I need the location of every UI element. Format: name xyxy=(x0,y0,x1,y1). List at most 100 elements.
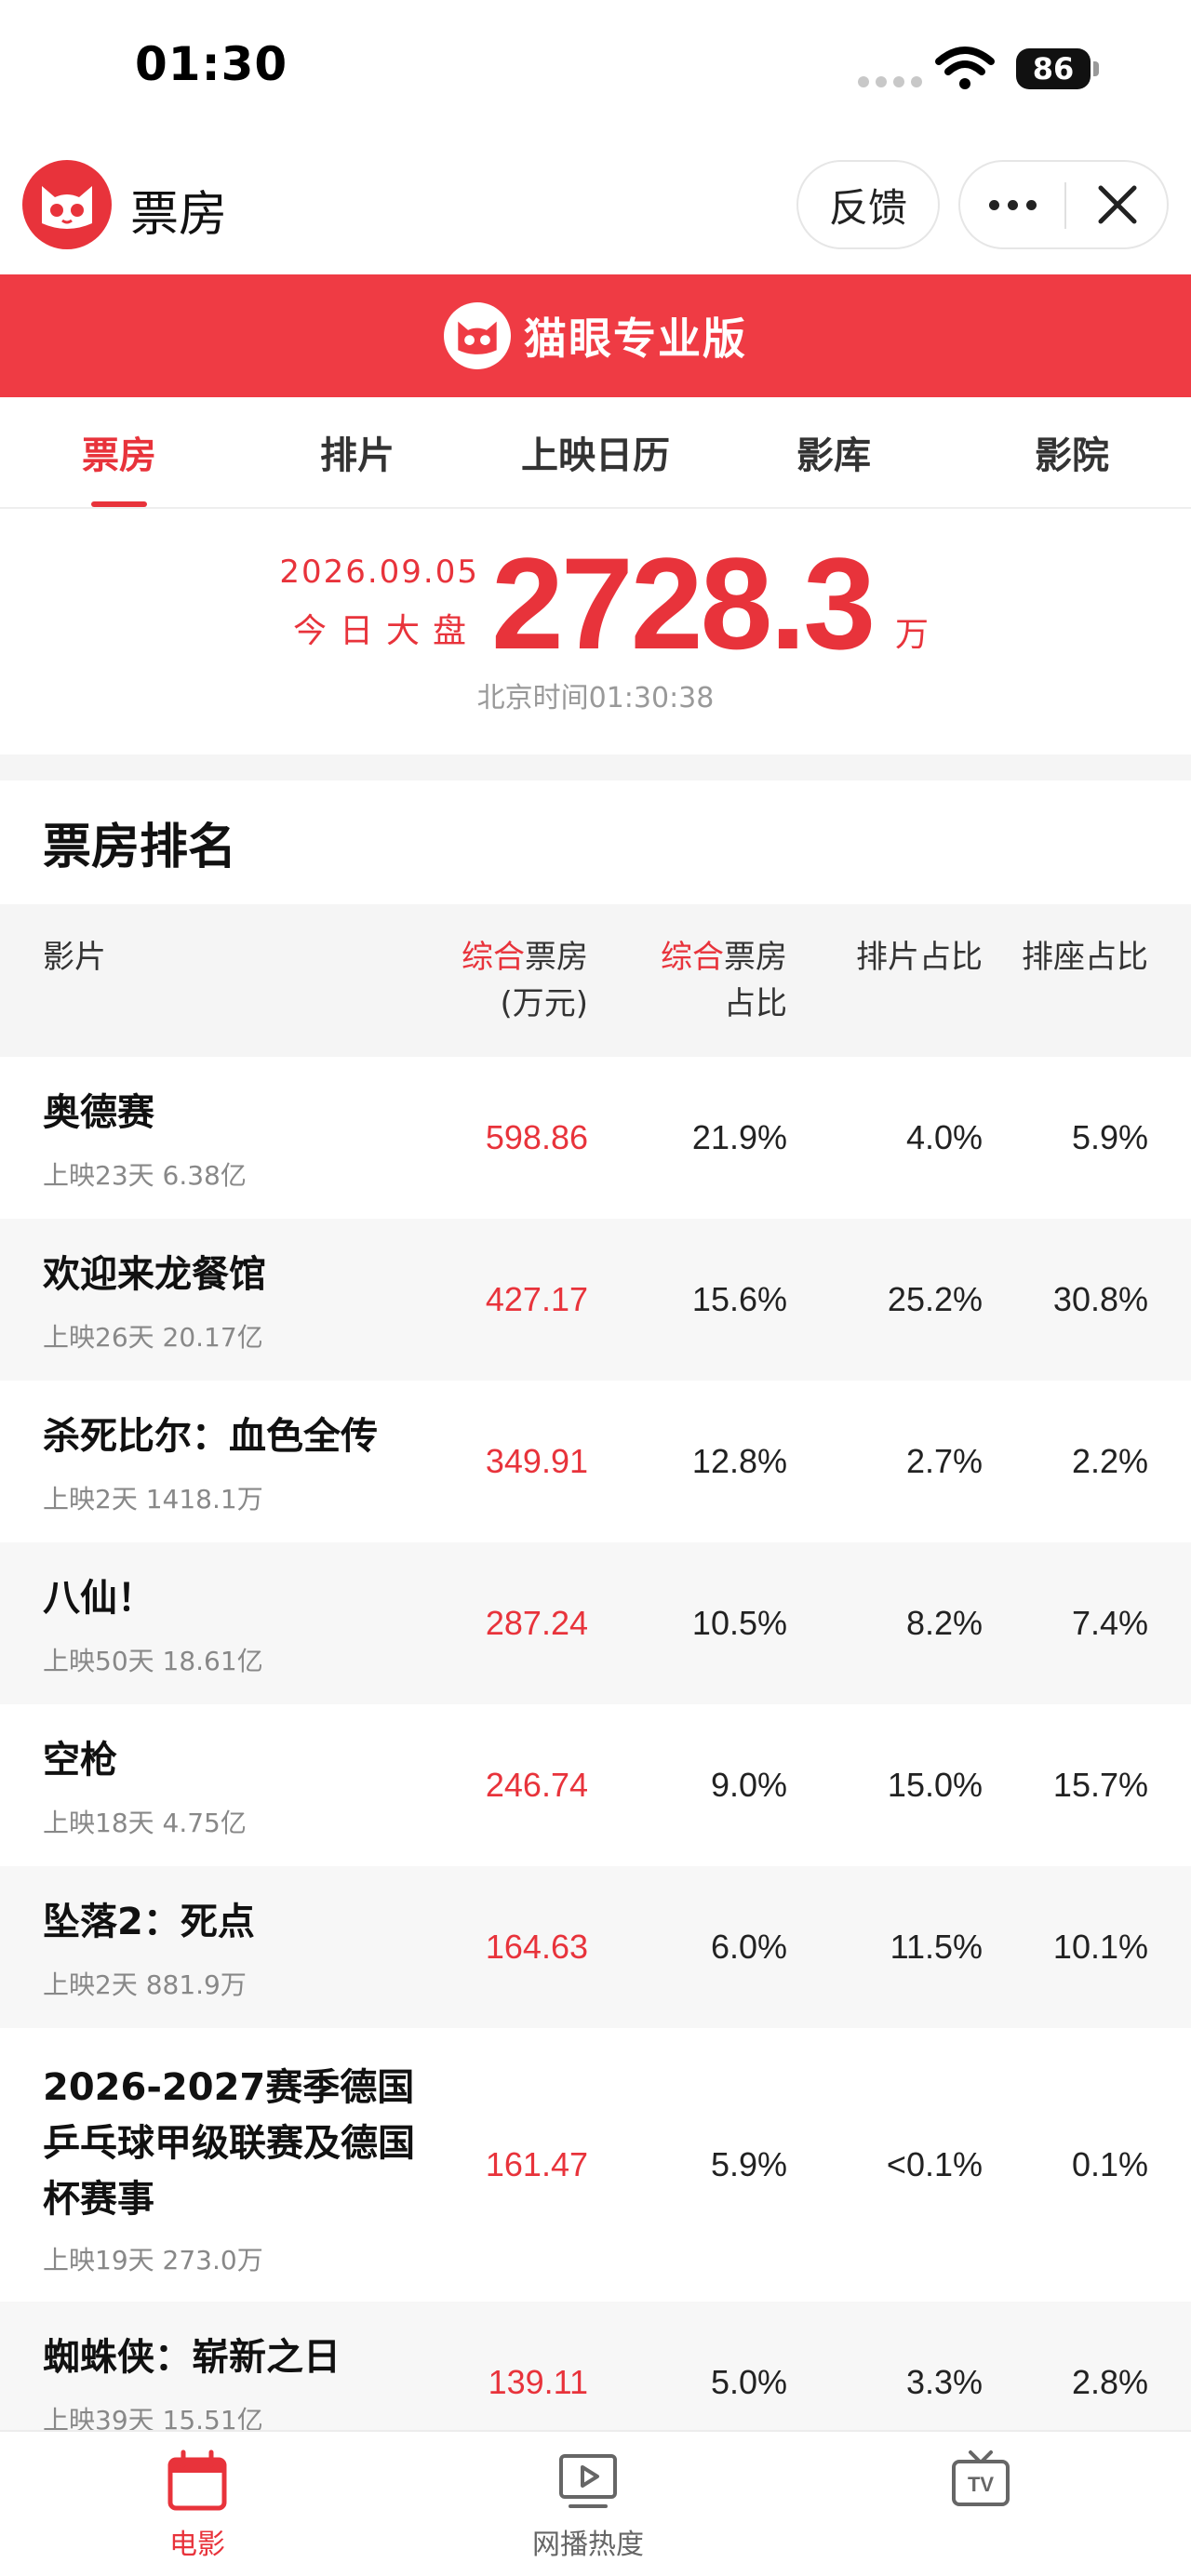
summary-date: 2026.09.05 xyxy=(279,554,479,591)
calendar-icon xyxy=(167,2449,227,2511)
tab-film-library[interactable]: 影库 xyxy=(715,397,953,507)
box-share-cell: 15.6% xyxy=(691,1280,787,1318)
app-header: 票房 反馈 xyxy=(0,149,1191,270)
box-office-cell: 139.11 xyxy=(488,2363,588,2401)
header-box-office-share[interactable]: 综合票房 占比 xyxy=(661,934,787,1027)
box-share-cell: 21.9% xyxy=(691,1118,787,1156)
brand-name: 猫眼专业版 xyxy=(524,314,747,364)
nav-tv[interactable]: TV xyxy=(888,2449,1074,2521)
header-film: 影片 xyxy=(43,939,106,976)
top-tabs: 票房 排片 上映日历 影库 影院 xyxy=(0,397,1191,509)
more-options-button[interactable] xyxy=(960,162,1064,247)
schedule-share-cell: 3.3% xyxy=(905,2363,983,2401)
seat-share-cell: 5.9% xyxy=(1071,1118,1148,1156)
film-name: 2026-2027赛季德国乒乓球甲级联赛及德国杯赛事 xyxy=(43,2066,415,2221)
table-row[interactable]: 欢迎来龙餐馆 上映26天 20.17亿 427.17 15.6% 25.2% 3… xyxy=(0,1219,1191,1381)
nav-movie[interactable]: 电影 xyxy=(104,2449,290,2562)
seat-share-cell: 10.1% xyxy=(1052,1928,1148,1966)
header-share-text: 票房 xyxy=(724,939,787,976)
box-share-cell: 5.0% xyxy=(710,2363,787,2401)
tab-cinemas[interactable]: 影院 xyxy=(953,397,1191,507)
mini-program-capsule xyxy=(958,160,1169,249)
total-box-office-unit: 万 xyxy=(895,616,930,654)
seat-share-cell: 7.4% xyxy=(1071,1604,1148,1642)
film-release-info: 上映19天 273.0万 xyxy=(43,2245,263,2276)
film-release-info: 上映2天 1418.1万 xyxy=(43,1484,263,1515)
status-time: 01:30 xyxy=(135,37,288,91)
header-seat-share[interactable]: 排座占比 xyxy=(1022,934,1148,981)
status-bar: 01:30 86 xyxy=(0,0,1191,140)
film-release-info: 上映18天 4.75亿 xyxy=(43,1808,247,1838)
section-divider xyxy=(0,754,1191,781)
seat-share-cell: 2.8% xyxy=(1071,2363,1148,2401)
film-name: 空枪 xyxy=(43,1739,117,1782)
box-office-cell: 427.17 xyxy=(485,1280,588,1318)
maoyan-pro-logo-icon xyxy=(444,302,511,369)
seat-share-cell: 2.2% xyxy=(1071,1442,1148,1480)
svg-text:TV: TV xyxy=(968,2473,994,2496)
total-box-office-value: 2728.3 xyxy=(491,530,876,676)
beijing-time: 北京时间01:30:38 xyxy=(476,682,715,714)
tv-icon: TV xyxy=(952,2450,1010,2506)
schedule-share-cell: 8.2% xyxy=(905,1604,983,1642)
nav-movie-label: 电影 xyxy=(169,2529,225,2561)
box-office-cell: 598.86 xyxy=(485,1118,588,1156)
close-icon xyxy=(1098,185,1137,224)
table-row[interactable]: 奥德赛 上映23天 6.38亿 598.86 21.9% 4.0% 5.9% xyxy=(0,1057,1191,1219)
film-name: 蜘蛛侠：崭新之日 xyxy=(43,2336,341,2379)
seat-share-cell: 15.7% xyxy=(1052,1766,1148,1804)
header-box-office-text: 票房 xyxy=(525,939,588,976)
close-button[interactable] xyxy=(1066,162,1169,247)
header-box-office-unit: (万元) xyxy=(500,985,588,1022)
table-row[interactable]: 2026-2027赛季德国乒乓球甲级联赛及德国杯赛事 上映19天 273.0万 … xyxy=(0,2028,1191,2302)
app-title: 票房 xyxy=(130,187,228,243)
summary-label: 今日大盘 xyxy=(292,612,479,650)
film-name: 八仙！ xyxy=(43,1577,154,1620)
battery-indicator: 86 xyxy=(1016,48,1091,89)
header-box-office-highlight: 综合 xyxy=(462,939,525,976)
table-row[interactable]: 杀死比尔：血色全传 上映2天 1418.1万 349.91 12.8% 2.7%… xyxy=(0,1381,1191,1542)
box-share-cell: 6.0% xyxy=(710,1928,787,1966)
header-box-office[interactable]: 综合票房 (万元) xyxy=(462,934,588,1027)
tab-release-calendar[interactable]: 上映日历 xyxy=(476,397,715,507)
film-release-info: 上映26天 20.17亿 xyxy=(43,1322,263,1353)
film-name: 奥德赛 xyxy=(43,1091,154,1134)
table-row[interactable]: 空枪 上映18天 4.75亿 246.74 9.0% 15.0% 15.7% xyxy=(0,1704,1191,1866)
box-share-cell: 10.5% xyxy=(691,1604,787,1642)
seat-share-cell: 0.1% xyxy=(1071,2145,1148,2183)
tab-schedule[interactable]: 排片 xyxy=(238,397,476,507)
schedule-share-cell: 2.7% xyxy=(905,1442,983,1480)
box-share-cell: 12.8% xyxy=(691,1442,787,1480)
header-share-line2: 占比 xyxy=(724,985,787,1022)
schedule-share-cell: <0.1% xyxy=(886,2145,983,2183)
table-row[interactable]: 八仙！ 上映50天 18.61亿 287.24 10.5% 8.2% 7.4% xyxy=(0,1542,1191,1704)
wifi-icon xyxy=(935,47,995,89)
box-office-cell: 246.74 xyxy=(485,1766,588,1804)
feedback-button[interactable]: 反馈 xyxy=(796,160,940,249)
box-office-cell: 349.91 xyxy=(485,1442,588,1480)
header-schedule-share[interactable]: 排片占比 xyxy=(856,934,983,981)
box-office-ranking-table: 影片 综合票房 (万元) 综合票房 占比 排片占比 排座占比 奥德赛 上映23天… xyxy=(0,904,1191,2463)
schedule-share-cell: 25.2% xyxy=(887,1280,983,1318)
header-share-highlight: 综合 xyxy=(661,939,724,976)
table-row[interactable]: 坠落2：死点 上映2天 881.9万 164.63 6.0% 11.5% 10.… xyxy=(0,1866,1191,2028)
bottom-navigation: 电影 网播热度 TV xyxy=(0,2430,1191,2576)
film-release-info: 上映23天 6.38亿 xyxy=(43,1160,247,1191)
box-office-cell: 164.63 xyxy=(485,1928,588,1966)
box-office-cell: 287.24 xyxy=(485,1604,588,1642)
schedule-share-cell: 15.0% xyxy=(887,1766,983,1804)
film-release-info: 上映2天 881.9万 xyxy=(43,1969,247,2000)
seat-share-cell: 30.8% xyxy=(1052,1280,1148,1318)
nav-web-heat[interactable]: 网播热度 xyxy=(495,2449,681,2562)
film-name: 坠落2：死点 xyxy=(43,1901,255,1943)
film-release-info: 上映50天 18.61亿 xyxy=(43,1646,263,1676)
film-name: 杀死比尔：血色全传 xyxy=(43,1415,378,1458)
box-share-cell: 9.0% xyxy=(710,1766,787,1804)
tab-box-office[interactable]: 票房 xyxy=(0,397,238,507)
maoyan-cat-logo-icon xyxy=(22,160,112,249)
ranking-title: 票房排名 xyxy=(43,820,237,875)
brand-banner: 猫眼专业版 xyxy=(0,274,1191,397)
schedule-share-cell: 4.0% xyxy=(905,1118,983,1156)
box-office-cell: 161.47 xyxy=(485,2145,588,2183)
daily-summary: 2026.09.05 今日大盘 2728.3 万 北京时间01:30:38 xyxy=(0,511,1191,754)
